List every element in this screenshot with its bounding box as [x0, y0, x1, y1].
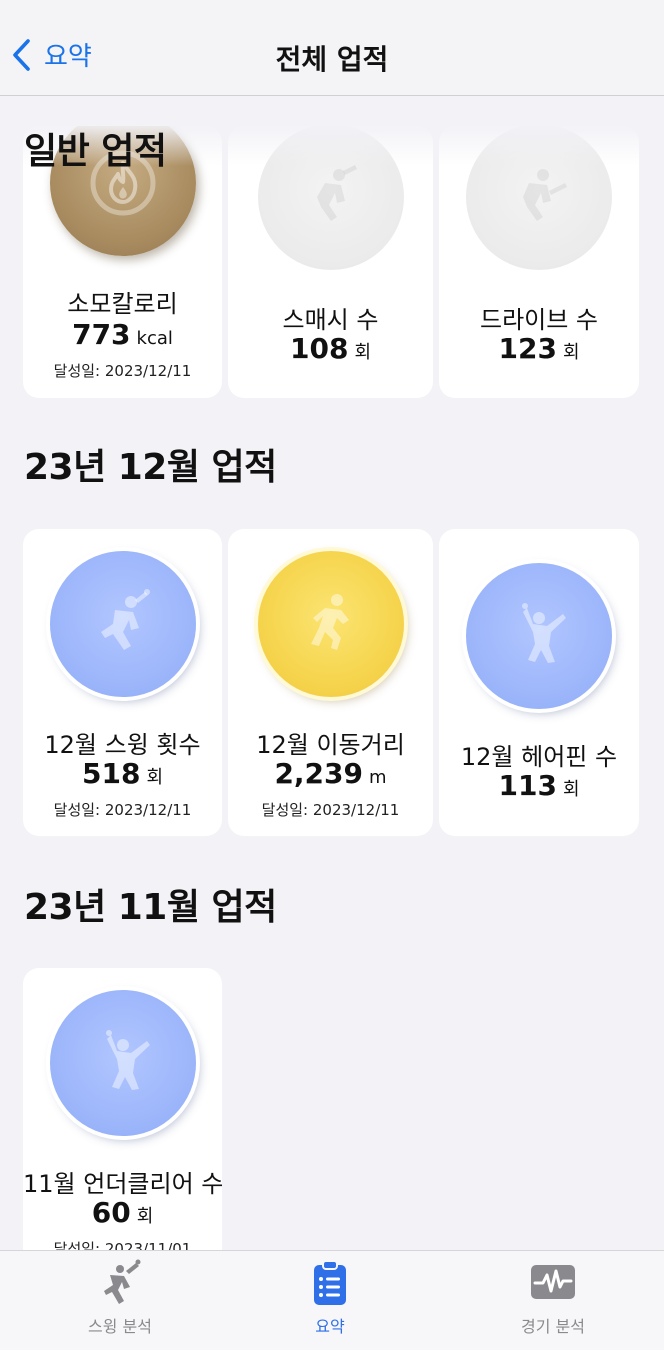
achievements-scroll-view[interactable]: 일반 업적 소모칼로리 773 kcal 달성일: 2023/12/11 스매시 … [0, 96, 664, 1250]
achievement-value: 60 회 [23, 1196, 222, 1229]
swing-player-icon [100, 589, 150, 650]
tab-match-analysis[interactable]: 경기 분석 [453, 1259, 653, 1337]
tab-label: 요약 [315, 1317, 345, 1336]
clipboard-list-icon [314, 1260, 346, 1305]
drive-player-icon [523, 169, 567, 221]
achievement-unit: 회 [146, 767, 163, 788]
section-title-november: 23년 11월 업적 [24, 887, 277, 928]
achievement-title: 12월 헤어핀 수 [460, 743, 618, 771]
badminton-player-icon [104, 1259, 141, 1304]
achievement-unit: 회 [562, 342, 580, 363]
achievement-value: 108 회 [228, 332, 433, 365]
achievement-card-hairpin[interactable]: 12월 헤어핀 수 113 회 [439, 529, 639, 836]
section-title-december: 23년 12월 업적 [24, 447, 277, 488]
achievement-date: 달성일: 2023/12/11 [261, 801, 400, 819]
achievement-date: 달성일: 2023/12/11 [53, 801, 192, 819]
achievement-date: 달성일: 2023/11/01 [53, 1240, 192, 1250]
achievement-number: 2,239 [274, 757, 364, 790]
hairpin-medal [466, 563, 612, 709]
achievement-title: 스매시 수 [282, 306, 379, 334]
achievement-number: 113 [498, 769, 557, 802]
hairpin-player-icon [522, 603, 566, 663]
achievement-title: 12월 스윙 횟수 [44, 731, 201, 759]
achievement-card-smash[interactable]: 스매시 수 108 회 [228, 126, 433, 398]
achievement-value: 518 회 [23, 757, 222, 790]
tab-swing-analysis[interactable]: 스윙 분석 [20, 1259, 220, 1337]
achievement-number: 773 [72, 318, 131, 351]
tab-label: 경기 분석 [521, 1317, 585, 1336]
section-title-general: 일반 업적 [24, 131, 167, 172]
underclear-medal [49, 990, 196, 1136]
achievement-number: 518 [81, 757, 141, 790]
distance-medal [257, 551, 404, 697]
achievement-title: 드라이브 수 [479, 306, 599, 334]
achievement-unit: 회 [354, 342, 371, 363]
underclear-player-icon [105, 1030, 150, 1090]
achievement-value: 123 회 [439, 332, 639, 365]
achievement-title: 12월 이동거리 [256, 731, 405, 759]
navigation-bar: 요약 전체 업적 [0, 0, 664, 96]
achievement-date: 달성일: 2023/12/11 [53, 362, 192, 380]
achievement-value: 773 kcal [23, 318, 222, 351]
achievement-card-drive[interactable]: 드라이브 수 123 회 [439, 126, 639, 398]
achievement-value: 113 회 [439, 769, 639, 802]
achievement-unit: 회 [562, 779, 580, 800]
tab-summary[interactable]: 요약 [230, 1259, 430, 1337]
achievement-card-underclear[interactable]: 11월 언더클리어 수 60 회 달성일: 2023/11/01 [23, 968, 222, 1250]
heart-rate-monitor-icon [531, 1265, 575, 1299]
swing-count-medal [49, 551, 196, 697]
achievement-unit: m [369, 767, 387, 788]
achievement-unit: kcal [136, 328, 173, 349]
achievement-unit: 회 [136, 1206, 154, 1227]
tab-bar: 스윙 분석 요약 경기 분석 [0, 1250, 664, 1350]
achievement-number: 123 [498, 332, 557, 365]
smash-player-icon [316, 165, 357, 221]
achievement-card-distance[interactable]: 12월 이동거리 2,239 m 달성일: 2023/12/11 [228, 529, 433, 836]
achievement-value: 2,239 m [228, 757, 433, 790]
page-title: 전체 업적 [275, 43, 389, 76]
achievement-number: 108 [289, 332, 349, 365]
tab-label: 스윙 분석 [88, 1317, 152, 1336]
running-icon [310, 594, 349, 650]
achievement-card-swing-count[interactable]: 12월 스윙 횟수 518 회 달성일: 2023/12/11 [23, 529, 222, 836]
achievement-title: 11월 언더클리어 수 [23, 1170, 222, 1198]
achievement-title: 소모칼로리 [67, 290, 178, 318]
achievement-number: 60 [91, 1196, 131, 1229]
